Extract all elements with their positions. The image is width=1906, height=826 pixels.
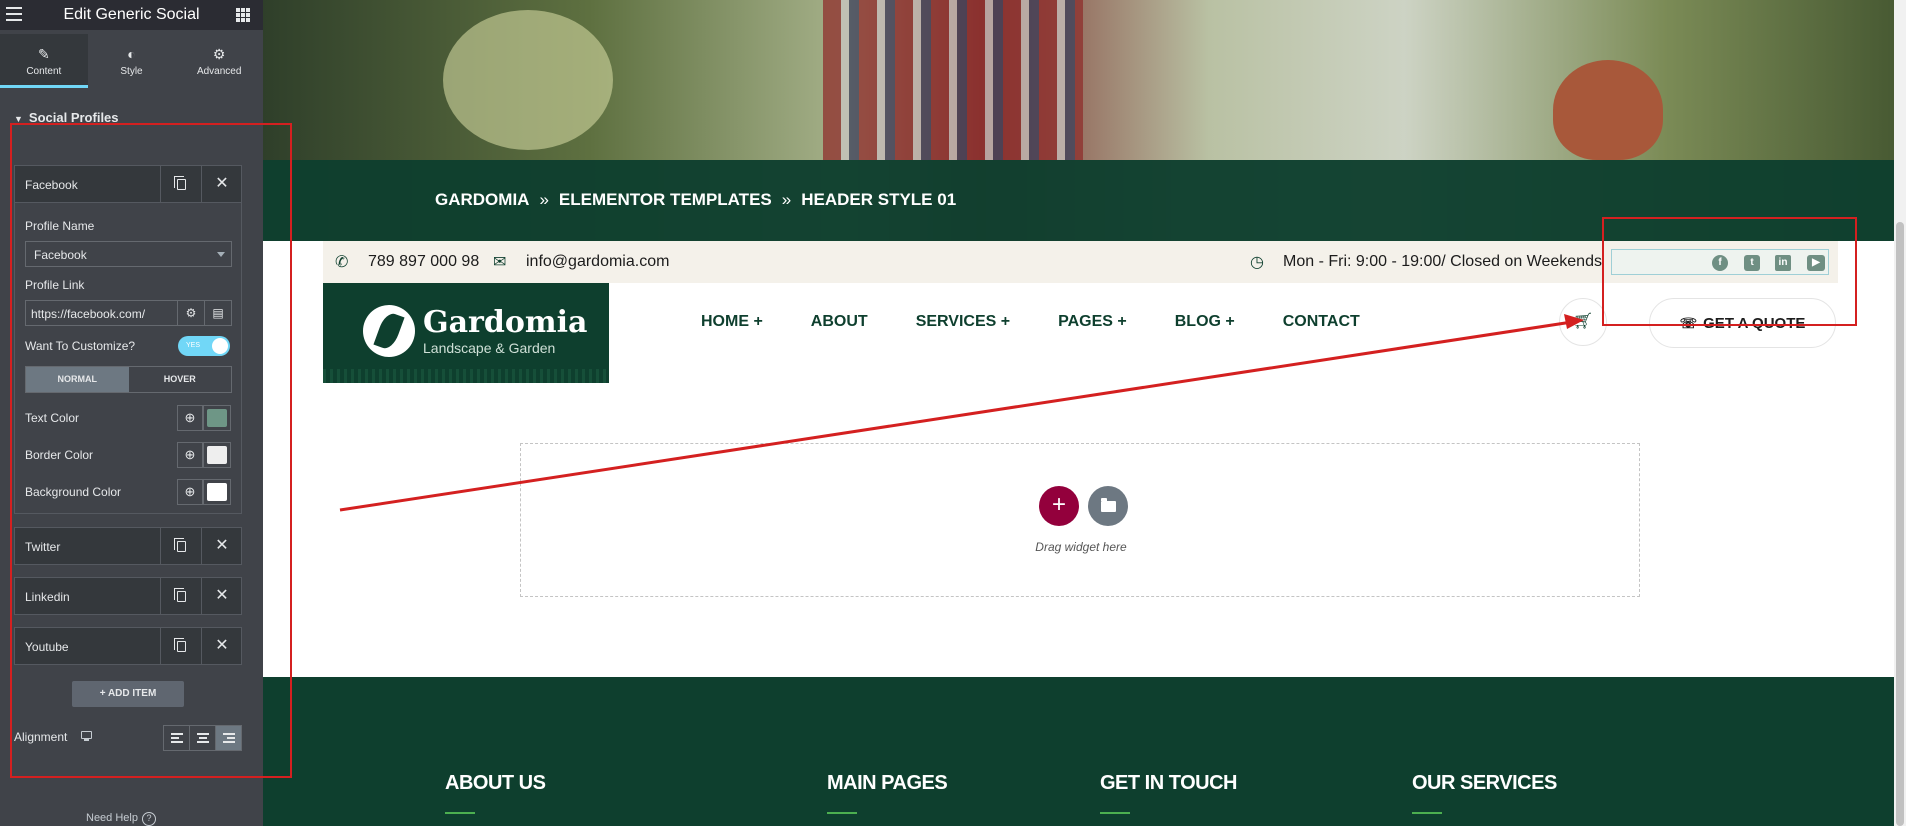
editor-root: Edit Generic Social ✎ Content ◐ Style ⚙ … <box>0 0 1906 826</box>
annotation-arrow <box>339 314 1584 512</box>
